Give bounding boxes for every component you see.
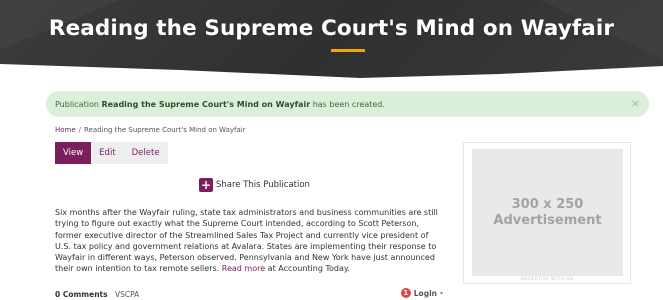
alert-publication-title: Reading the Supreme Court's Mind on Wayf…: [101, 99, 311, 109]
title-underline: [331, 49, 365, 52]
breadcrumb-current: Reading the Supreme Court's Mind on Wayf…: [84, 126, 246, 134]
ad-size: 300 x 250: [511, 196, 584, 212]
ad-note[interactable]: ADVERTISE WITH US: [463, 277, 631, 282]
share-label: Share This Publication: [216, 180, 310, 190]
publication-tabs: View Edit Delete: [55, 142, 168, 164]
page-header: Reading the Supreme Court's Mind on Wayf…: [0, 0, 663, 80]
read-more-link[interactable]: Read more: [222, 264, 265, 273]
login-label: Login: [413, 288, 437, 298]
page-title: Reading the Supreme Court's Mind on Wayf…: [48, 16, 615, 41]
advertisement-placeholder[interactable]: 300 x 250 Advertisement: [472, 149, 623, 276]
tab-edit[interactable]: Edit: [91, 142, 124, 164]
advertisement-panel: 300 x 250 Advertisement: [463, 142, 631, 284]
article-source: at Accounting Today.: [267, 264, 351, 274]
alert-prefix: Publication: [55, 99, 99, 109]
publication-body: Six months after the Wayfair ruling, sta…: [55, 207, 445, 275]
tab-delete[interactable]: Delete: [123, 142, 168, 164]
comments-community[interactable]: VSCPA: [115, 290, 139, 299]
share-publication-button[interactable]: + Share This Publication: [199, 178, 310, 192]
ad-label: Advertisement: [493, 212, 602, 228]
breadcrumb-separator: /: [78, 126, 82, 134]
login-button[interactable]: 1 Login ▾: [400, 288, 443, 298]
breadcrumb: Home / Reading the Supreme Court's Mind on…: [55, 126, 246, 134]
comments-bar: 0 Comments VSCPA 1 Login ▾: [55, 288, 443, 300]
status-alert: Publication Reading the Supreme Court's …: [46, 91, 649, 117]
comments-count[interactable]: 0 Comments: [55, 290, 108, 299]
chevron-down-icon: ▾: [439, 289, 443, 297]
breadcrumb-home-link[interactable]: Home: [55, 126, 76, 134]
close-icon[interactable]: ×: [631, 97, 640, 110]
alert-suffix: has been created.: [312, 99, 385, 109]
plus-icon: +: [199, 178, 213, 192]
notification-badge: 1: [400, 288, 411, 298]
tab-view[interactable]: View: [55, 142, 92, 164]
